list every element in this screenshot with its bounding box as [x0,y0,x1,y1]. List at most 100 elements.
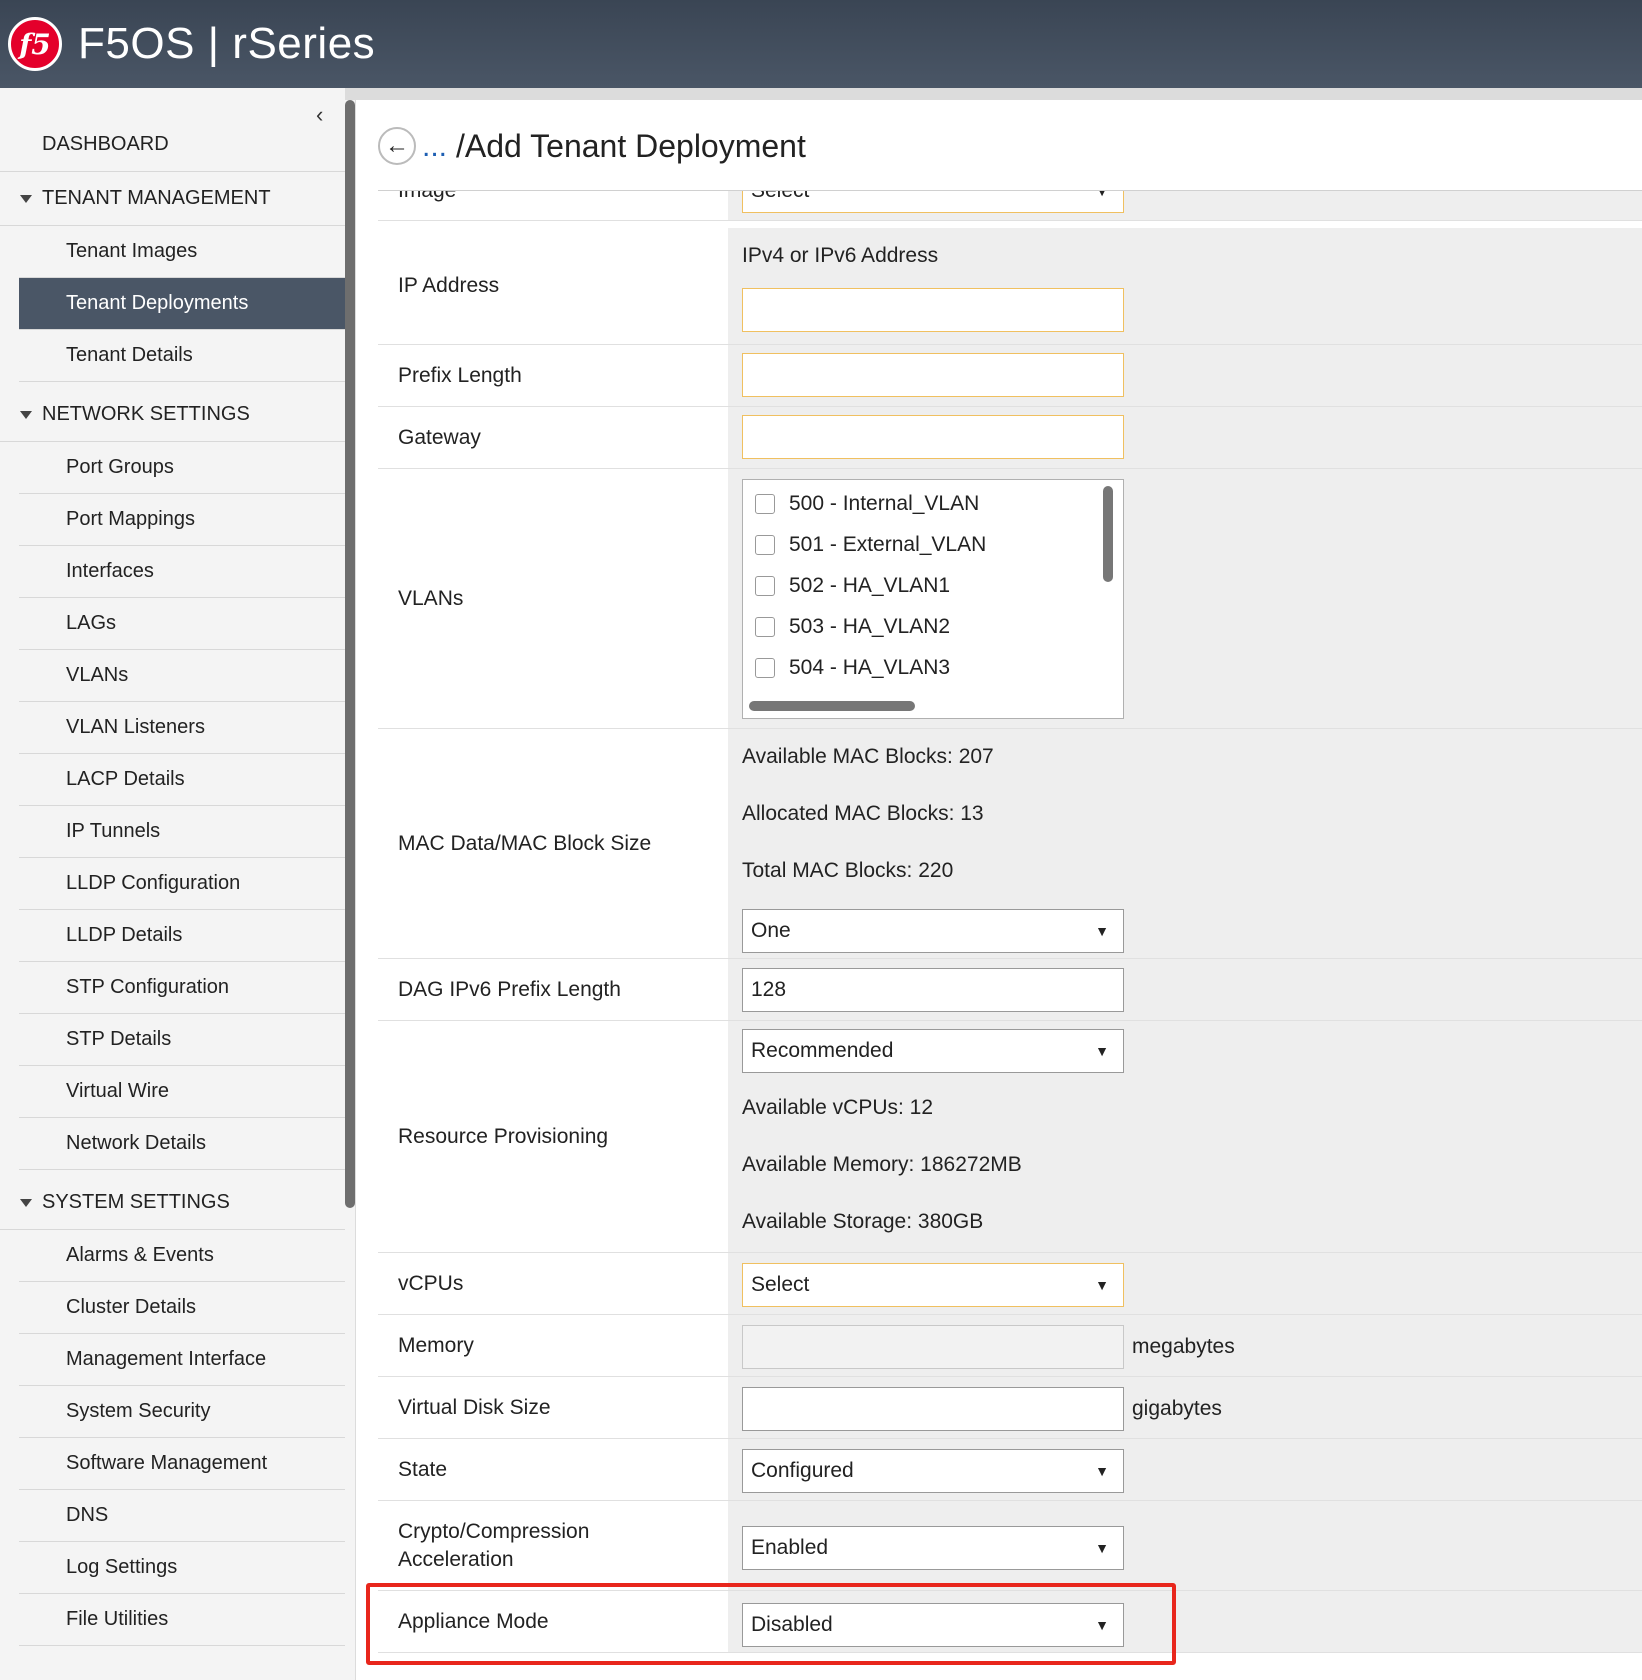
field-label: VLANs [378,469,728,728]
allocated-mac-blocks: Allocated MAC Blocks: 13 [742,802,984,825]
available-memory: Available Memory: 186272MB [742,1153,1022,1176]
dropdown-arrow-icon: ▼ [1095,923,1109,939]
nav-section-label: SYSTEM SETTINGS [42,1191,230,1213]
field-label: Image [378,191,728,220]
row-image: Image Select ▼ [378,191,1642,221]
field-label: Virtual Disk Size [378,1377,728,1438]
sidebar-scrollbar[interactable] [345,100,355,1208]
page-title: /Add Tenant Deployment [456,128,806,164]
select-value: One [751,919,791,942]
select-value: Enabled [751,1536,829,1559]
field-label: Crypto/Compression Acceleration [378,1501,728,1590]
breadcrumb-ellipsis[interactable]: ... [422,130,447,164]
nav-log-settings[interactable]: Log Settings [19,1542,345,1594]
row-vlans: VLANs 500 - Internal_VLAN 501 - External… [378,469,1642,729]
vlan-option-label: 500 - Internal_VLAN [789,492,980,515]
checkbox[interactable] [755,617,775,637]
field-label: MAC Data/MAC Block Size [378,729,728,958]
nav-lldp-configuration[interactable]: LLDP Configuration [19,858,345,910]
dag-prefix-input[interactable]: 128 [742,968,1124,1012]
nav-dns[interactable]: DNS [19,1490,345,1542]
vlan-option[interactable]: 502 - HA_VLAN1 [755,572,950,600]
prefix-length-input[interactable] [742,353,1124,397]
nav-tenant-deployments[interactable]: Tenant Deployments [19,278,345,330]
disk-unit: gigabytes [1132,1397,1222,1420]
memory-input[interactable] [742,1325,1124,1369]
field-label: IP Address [378,228,728,344]
nav-stp-configuration[interactable]: STP Configuration [19,962,345,1014]
vlan-option[interactable]: 503 - HA_VLAN2 [755,613,950,641]
nav-virtual-wire[interactable]: Virtual Wire [19,1066,345,1118]
crypto-select[interactable]: Enabled ▼ [742,1526,1124,1570]
nav-vlans[interactable]: VLANs [19,650,345,702]
image-select[interactable]: Select ▼ [742,191,1124,213]
field-label: Prefix Length [378,345,728,406]
vlan-horizontal-scrollbar[interactable] [749,701,915,711]
nav-port-groups[interactable]: Port Groups [19,442,345,494]
product-name: F5OS | rSeries [78,19,376,68]
checkbox[interactable] [755,494,775,514]
nav-system-settings[interactable]: SYSTEM SETTINGS [0,1176,345,1230]
row-vcpus: vCPUs Select ▼ [378,1253,1642,1315]
f5-logo: f5 [8,17,62,71]
field-label: DAG IPv6 Prefix Length [378,959,728,1020]
vlan-option[interactable]: 501 - External_VLAN [755,531,986,559]
nav-cluster-details[interactable]: Cluster Details [19,1282,345,1334]
caret-down-icon [20,195,32,203]
row-ip-address: IP Address IPv4 or IPv6 Address [378,228,1642,345]
field-label: Resource Provisioning [378,1021,728,1252]
dropdown-arrow-icon: ▼ [1095,191,1109,199]
checkbox[interactable] [755,658,775,678]
nav-section-label: NETWORK SETTINGS [42,403,250,425]
mac-block-size-select[interactable]: One ▼ [742,909,1124,953]
nav-tenant-management[interactable]: TENANT MANAGEMENT [0,172,345,226]
nav-interfaces[interactable]: Interfaces [19,546,345,598]
vlan-option-label: 502 - HA_VLAN1 [789,574,951,597]
nav-dashboard[interactable]: DASHBOARD [0,118,345,172]
nav-management-interface[interactable]: Management Interface [19,1334,345,1386]
nav-ip-tunnels[interactable]: IP Tunnels [19,806,345,858]
field-label: Memory [378,1315,728,1376]
nav-lldp-details[interactable]: LLDP Details [19,910,345,962]
nav-system-security[interactable]: System Security [19,1386,345,1438]
nav-alarms-events[interactable]: Alarms & Events [19,1230,345,1282]
ip-address-input[interactable] [742,288,1124,332]
nav-tenant-images[interactable]: Tenant Images [19,226,345,278]
main-panel: ← ... /Add Tenant Deployment Image Selec… [356,100,1642,1680]
row-gateway: Gateway [378,407,1642,469]
form-scroll-clip: Image Select ▼ [378,191,1642,221]
state-select[interactable]: Configured ▼ [742,1449,1124,1493]
caret-down-icon [20,411,32,419]
label-line: Acceleration [398,1547,514,1571]
nav-lags[interactable]: LAGs [19,598,345,650]
row-appliance-mode: Appliance Mode Disabled ▼ [378,1591,1642,1653]
sidebar: ‹ DASHBOARD TENANT MANAGEMENT Tenant Ima… [0,88,345,1680]
memory-unit: megabytes [1132,1335,1235,1358]
checkbox[interactable] [755,535,775,555]
checkbox[interactable] [755,576,775,596]
back-arrow-icon[interactable]: ← [378,127,416,165]
dropdown-arrow-icon: ▼ [1095,1540,1109,1556]
resource-provisioning-select[interactable]: Recommended ▼ [742,1029,1124,1073]
virtual-disk-size-input[interactable] [742,1387,1124,1431]
appliance-mode-select[interactable]: Disabled ▼ [742,1603,1124,1647]
nav-file-utilities[interactable]: File Utilities [19,1594,345,1646]
nav-lacp-details[interactable]: LACP Details [19,754,345,806]
nav-network-details[interactable]: Network Details [19,1118,345,1170]
vcpus-select[interactable]: Select ▼ [742,1263,1124,1307]
nav-network-settings[interactable]: NETWORK SETTINGS [0,388,345,442]
label-line: Crypto/Compression [398,1519,590,1543]
nav-vlan-listeners[interactable]: VLAN Listeners [19,702,345,754]
vlan-option-label: 503 - HA_VLAN2 [789,615,951,638]
nav-tenant-details[interactable]: Tenant Details [19,330,345,382]
vlan-option[interactable]: 500 - Internal_VLAN [755,490,979,518]
vlan-vertical-scrollbar[interactable] [1103,486,1113,582]
nav-stp-details[interactable]: STP Details [19,1014,345,1066]
row-prefix-length: Prefix Length [378,345,1642,407]
gateway-input[interactable] [742,415,1124,459]
vlan-option[interactable]: 504 - HA_VLAN3 [755,654,950,682]
nav-port-mappings[interactable]: Port Mappings [19,494,345,546]
row-resource-provisioning: Resource Provisioning Recommended ▼ Avai… [378,1021,1642,1253]
nav-software-management[interactable]: Software Management [19,1438,345,1490]
row-crypto-acceleration: Crypto/Compression Acceleration Enabled … [378,1501,1642,1591]
